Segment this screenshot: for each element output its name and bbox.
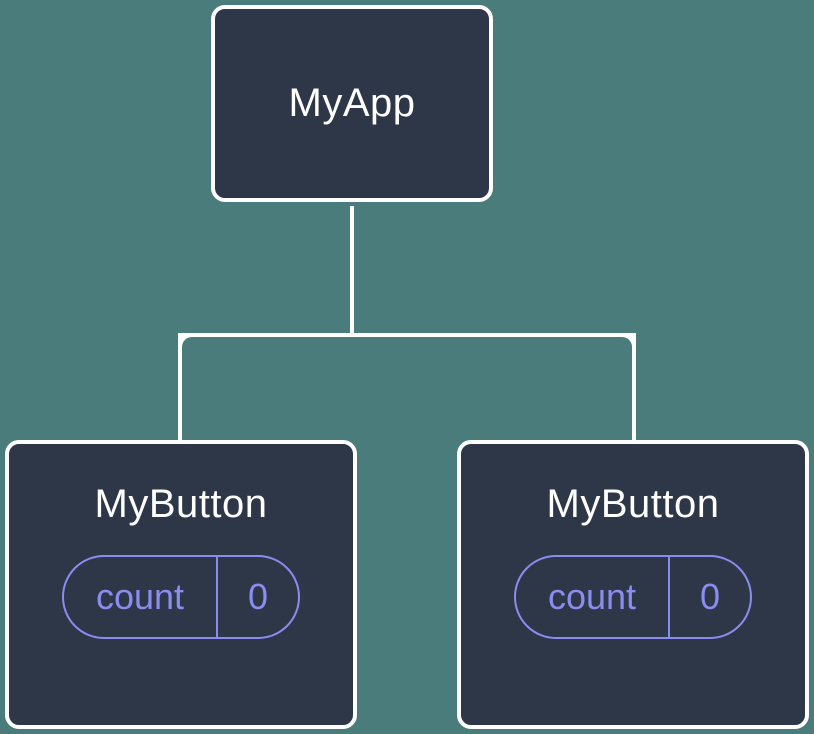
state-pill-left-label: count xyxy=(64,557,218,637)
root-node-label: MyApp xyxy=(289,81,416,126)
connector-branch-to-right-child xyxy=(632,337,636,440)
child-node-mybutton-left: MyButton count 0 xyxy=(5,440,357,729)
child-node-left-label: MyButton xyxy=(95,482,268,527)
root-node-myapp: MyApp xyxy=(211,5,493,202)
state-pill-left-value: 0 xyxy=(218,557,298,637)
connector-branch-horizontal xyxy=(178,333,636,337)
child-node-right-label: MyButton xyxy=(547,482,720,527)
connector-root-to-branch xyxy=(350,206,354,333)
child-node-mybutton-right: MyButton count 0 xyxy=(457,440,809,729)
state-pill-right-value: 0 xyxy=(670,557,750,637)
connector-branch-to-left-child xyxy=(178,337,182,440)
state-pill-right-label: count xyxy=(516,557,670,637)
state-pill-right: count 0 xyxy=(514,555,752,639)
state-pill-left: count 0 xyxy=(62,555,300,639)
